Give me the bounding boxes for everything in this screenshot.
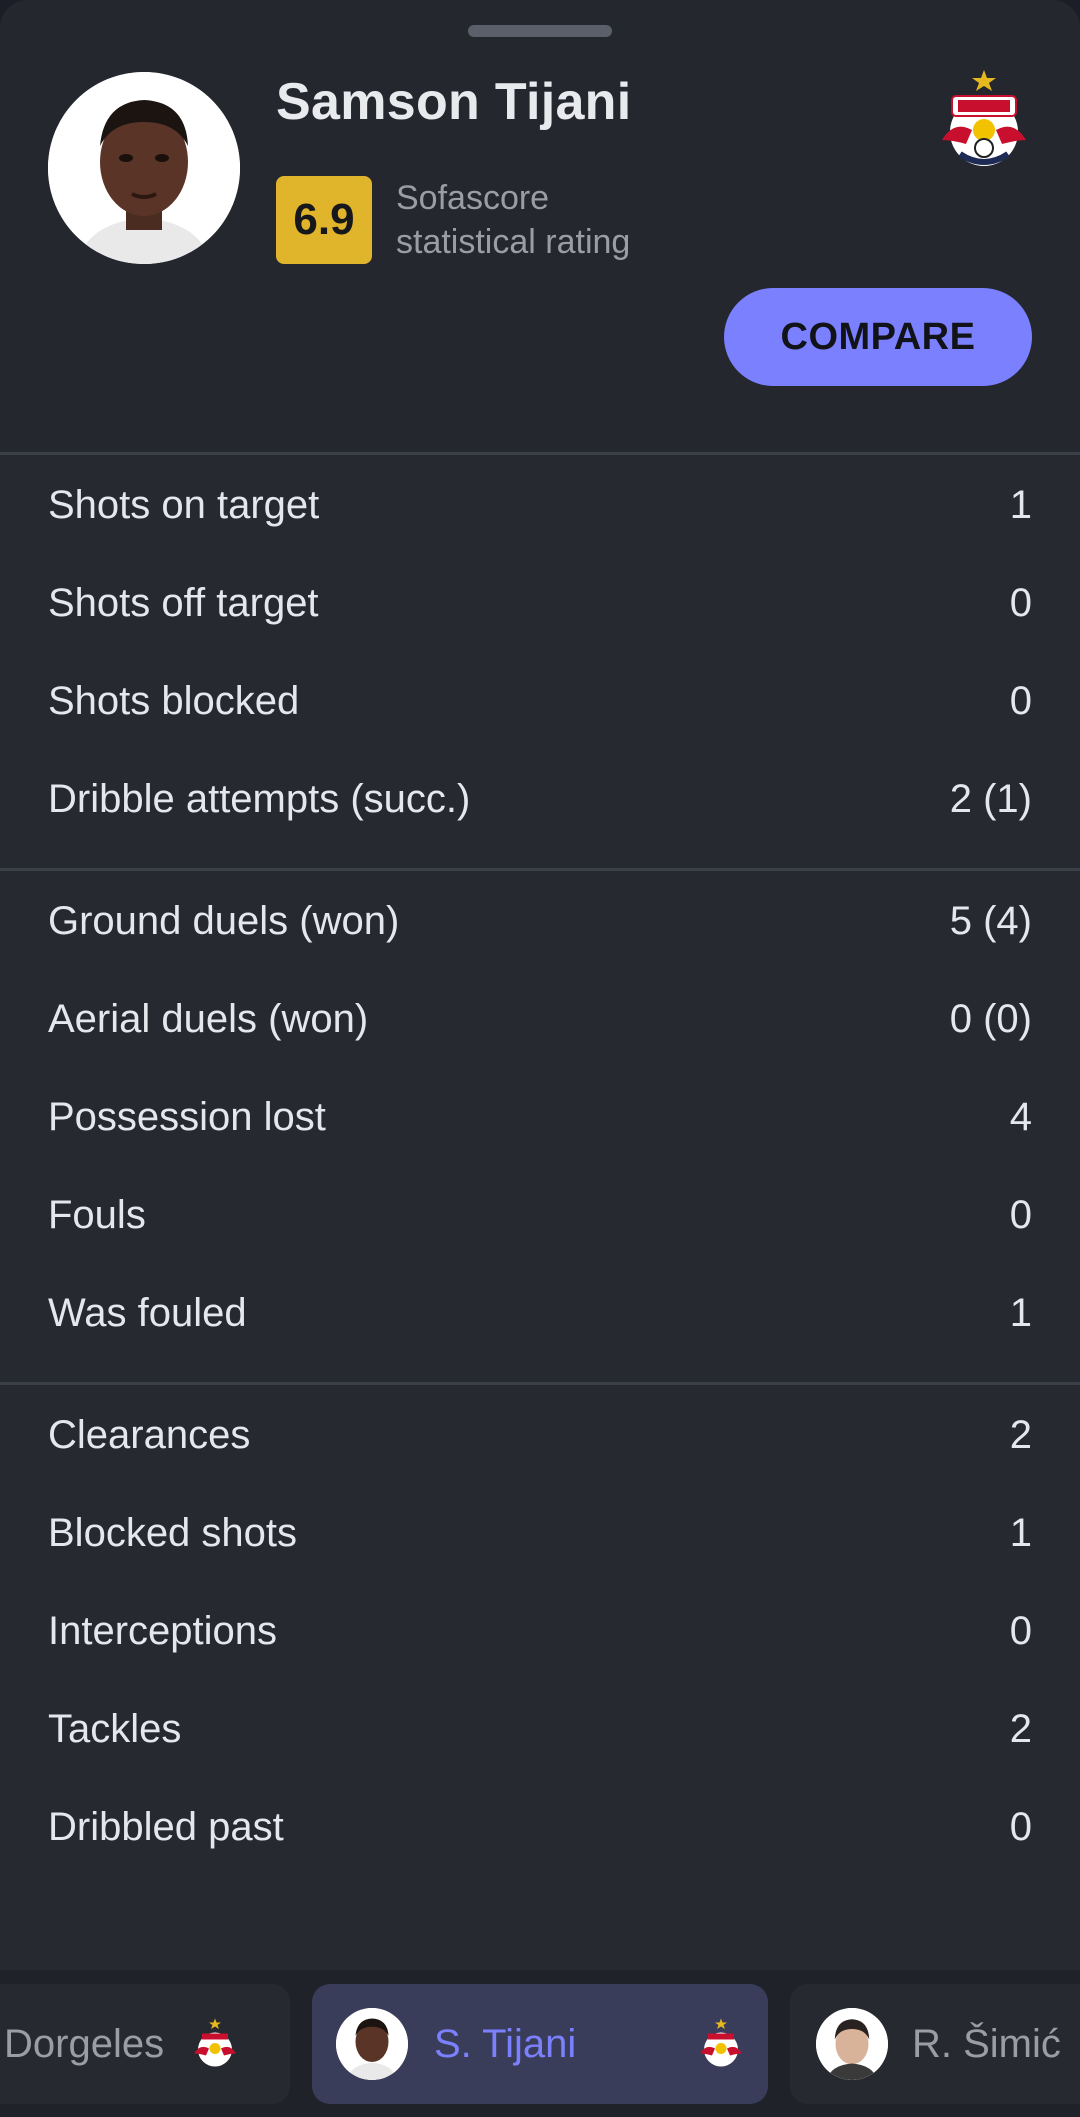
rating-badge[interactable]: 6.9 <box>276 176 372 264</box>
stat-value: 1 <box>1009 1510 1032 1555</box>
stat-row: Dribble attempts (succ.) 2 (1) <box>48 750 1032 848</box>
player-avatar <box>48 72 240 264</box>
rating-caption: Sofascore statistical rating <box>396 176 726 264</box>
stat-value: 2 <box>1009 1706 1032 1751</box>
stat-value: 0 <box>1009 1192 1032 1237</box>
player-switcher: Dorgeles S. Tijani R. Šimić <box>0 1970 1080 2117</box>
rating-caption-line2: statistical rating <box>396 223 631 261</box>
club-logo-icon <box>696 2018 746 2070</box>
stat-label: Clearances <box>48 1412 251 1457</box>
stat-row: Ground duels (won) 5 (4) <box>48 872 1032 970</box>
stat-value: 2 <box>1009 1412 1032 1457</box>
stat-row: Clearances 2 <box>48 1386 1032 1484</box>
player-stats-sheet: Samson Tijani 6.9 Sofascore statistical … <box>0 0 1080 2117</box>
player-chip-current[interactable]: S. Tijani <box>312 1984 768 2104</box>
stat-row: Interceptions 0 <box>48 1582 1032 1680</box>
stat-value: 1 <box>1009 482 1032 527</box>
stat-label: Ground duels (won) <box>48 898 400 943</box>
club-logo-icon <box>190 2018 240 2070</box>
player-chip-name: R. Šimić <box>912 2021 1061 2066</box>
stat-label: Fouls <box>48 1192 146 1237</box>
stat-row: Aerial duels (won) 0 (0) <box>48 970 1032 1068</box>
player-chip-next[interactable]: R. Šimić <box>790 1984 1080 2104</box>
section-divider <box>0 452 1080 455</box>
compare-button[interactable]: COMPARE <box>724 288 1032 386</box>
player-header: Samson Tijani 6.9 Sofascore statistical … <box>0 0 1080 452</box>
stat-row: Shots on target 1 <box>48 456 1032 554</box>
stat-value: 1 <box>1009 1290 1032 1335</box>
stat-row: Possession lost 4 <box>48 1068 1032 1166</box>
stat-row: Tackles 2 <box>48 1680 1032 1778</box>
stat-value: 5 (4) <box>949 898 1032 943</box>
player-avatar <box>336 2008 408 2080</box>
player-chip-name: Dorgeles <box>4 2021 165 2066</box>
stat-value: 0 <box>1009 678 1032 723</box>
player-name: Samson Tijani <box>276 73 632 131</box>
stat-label: Dribbled past <box>48 1804 284 1849</box>
stat-value: 0 <box>1009 1804 1032 1849</box>
section-divider <box>0 868 1080 871</box>
stat-row: Was fouled 1 <box>48 1264 1032 1362</box>
stat-value: 4 <box>1009 1094 1032 1139</box>
player-chip-name: S. Tijani <box>434 2021 577 2066</box>
stat-value: 0 <box>1009 580 1032 625</box>
stat-value: 2 (1) <box>949 776 1032 821</box>
stat-label: Blocked shots <box>48 1510 298 1555</box>
stat-label: Dribble attempts (succ.) <box>48 776 471 821</box>
stat-row: Shots blocked 0 <box>48 652 1032 750</box>
club-logo-icon[interactable] <box>934 70 1034 172</box>
stat-row: Fouls 0 <box>48 1166 1032 1264</box>
player-chip-prev[interactable]: Dorgeles <box>0 1984 290 2104</box>
stat-label: Interceptions <box>48 1608 278 1653</box>
stat-value: 0 (0) <box>949 996 1032 1041</box>
stat-label: Possession lost <box>48 1094 326 1139</box>
stat-row: Dribbled past 0 <box>48 1778 1032 1876</box>
stat-label: Shots off target <box>48 580 319 625</box>
section-divider <box>0 1382 1080 1385</box>
stat-row: Shots off target 0 <box>48 554 1032 652</box>
stat-value: 0 <box>1009 1608 1032 1653</box>
stat-label: Tackles <box>48 1706 182 1751</box>
drag-handle[interactable] <box>468 25 612 37</box>
stat-label: Was fouled <box>48 1290 247 1335</box>
stat-label: Shots blocked <box>48 678 300 723</box>
stat-label: Aerial duels (won) <box>48 996 369 1041</box>
player-avatar <box>816 2008 888 2080</box>
stat-row: Blocked shots 1 <box>48 1484 1032 1582</box>
stat-label: Shots on target <box>48 482 320 527</box>
rating-caption-line1: Sofascore <box>396 179 550 217</box>
